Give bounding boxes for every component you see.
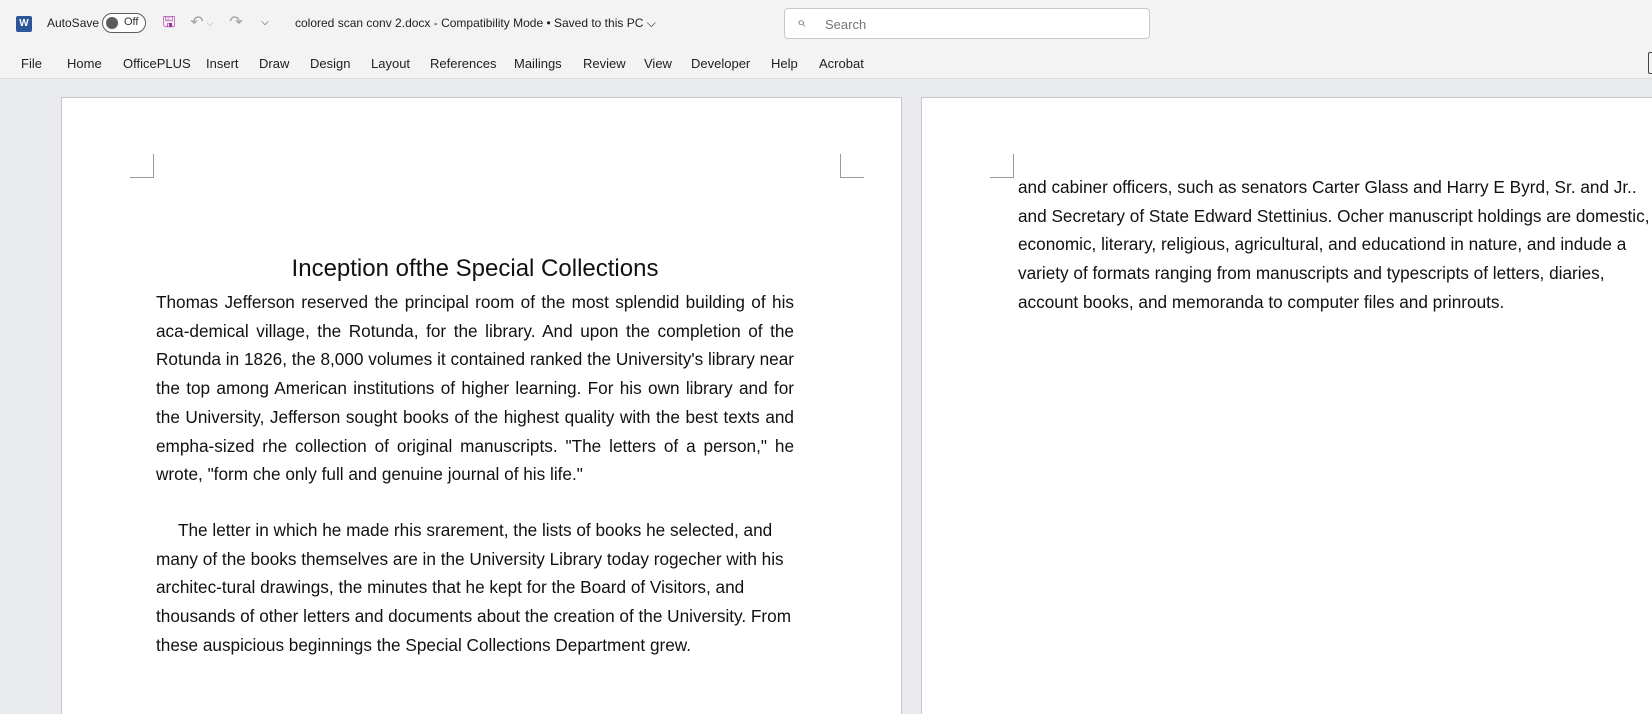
tab-references[interactable]: References xyxy=(430,56,496,71)
paragraph-3[interactable]: and cabiner officers, such as senators C… xyxy=(1018,173,1652,317)
tab-layout[interactable]: Layout xyxy=(371,56,410,71)
margin-mark-top-left xyxy=(990,154,1014,178)
autosave-label: AutoSave xyxy=(47,16,100,30)
margin-mark-top-right xyxy=(840,154,864,178)
search-icon: ⌕ xyxy=(797,14,806,31)
autosave-toggle[interactable]: Off xyxy=(102,13,146,33)
page-2[interactable]: and cabiner officers, such as senators C… xyxy=(921,97,1652,714)
tab-review[interactable]: Review xyxy=(583,56,626,71)
tab-developer[interactable]: Developer xyxy=(691,56,750,71)
tab-design[interactable]: Design xyxy=(310,56,350,71)
word-icon: W xyxy=(16,16,32,32)
search-input[interactable] xyxy=(825,17,1125,32)
undo-icon[interactable]: ↶ xyxy=(187,13,207,33)
page-1[interactable]: Inception ofthe Special Collections Thom… xyxy=(61,97,902,714)
tab-help[interactable]: Help xyxy=(771,56,798,71)
autosave-state: Off xyxy=(124,16,139,28)
save-icon[interactable]: 🖫 xyxy=(159,13,179,33)
tab-acrobat[interactable]: Acrobat xyxy=(819,56,864,71)
redo-icon[interactable]: ↷ xyxy=(226,13,246,33)
ribbon-tabs: File Home OfficePLUS Insert Draw Design … xyxy=(0,48,1652,79)
tab-mailings[interactable]: Mailings xyxy=(514,56,562,71)
tab-file[interactable]: File xyxy=(21,56,42,71)
paragraph-2[interactable]: The letter in which he made rhis srareme… xyxy=(156,516,801,660)
tab-home[interactable]: Home xyxy=(67,56,102,71)
document-canvas[interactable]: Inception ofthe Special Collections Thom… xyxy=(0,79,1652,714)
undo-dropdown-icon[interactable]: ⌵ xyxy=(205,13,215,33)
search-box[interactable]: ⌕ xyxy=(784,8,1150,39)
toggle-knob xyxy=(106,17,118,29)
tab-officeplus[interactable]: OfficePLUS xyxy=(123,56,191,71)
tab-view[interactable]: View xyxy=(644,56,672,71)
paragraph-1[interactable]: Thomas Jefferson reserved the principal … xyxy=(156,288,794,489)
document-title[interactable]: colored scan conv 2.docx - Compatibility… xyxy=(295,16,656,31)
tab-draw[interactable]: Draw xyxy=(259,56,289,71)
title-bar: W AutoSave Off 🖫 ↶ ⌵ ↷ ⌵ colored scan co… xyxy=(0,0,1652,48)
document-heading[interactable]: Inception ofthe Special Collections xyxy=(156,255,794,283)
customize-toolbar-icon[interactable]: ⌵ xyxy=(255,13,275,33)
ribbon-collapsed-edge xyxy=(1648,52,1652,74)
margin-mark-top-left xyxy=(130,154,154,178)
tab-insert[interactable]: Insert xyxy=(206,56,239,71)
